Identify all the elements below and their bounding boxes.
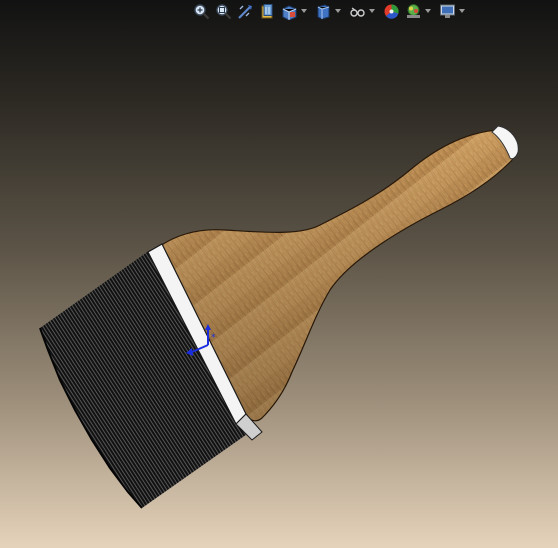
svg-text:*: * [211, 333, 216, 343]
graphics-area[interactable]: * [0, 0, 558, 548]
paint-brush-model[interactable]: * [0, 0, 558, 548]
